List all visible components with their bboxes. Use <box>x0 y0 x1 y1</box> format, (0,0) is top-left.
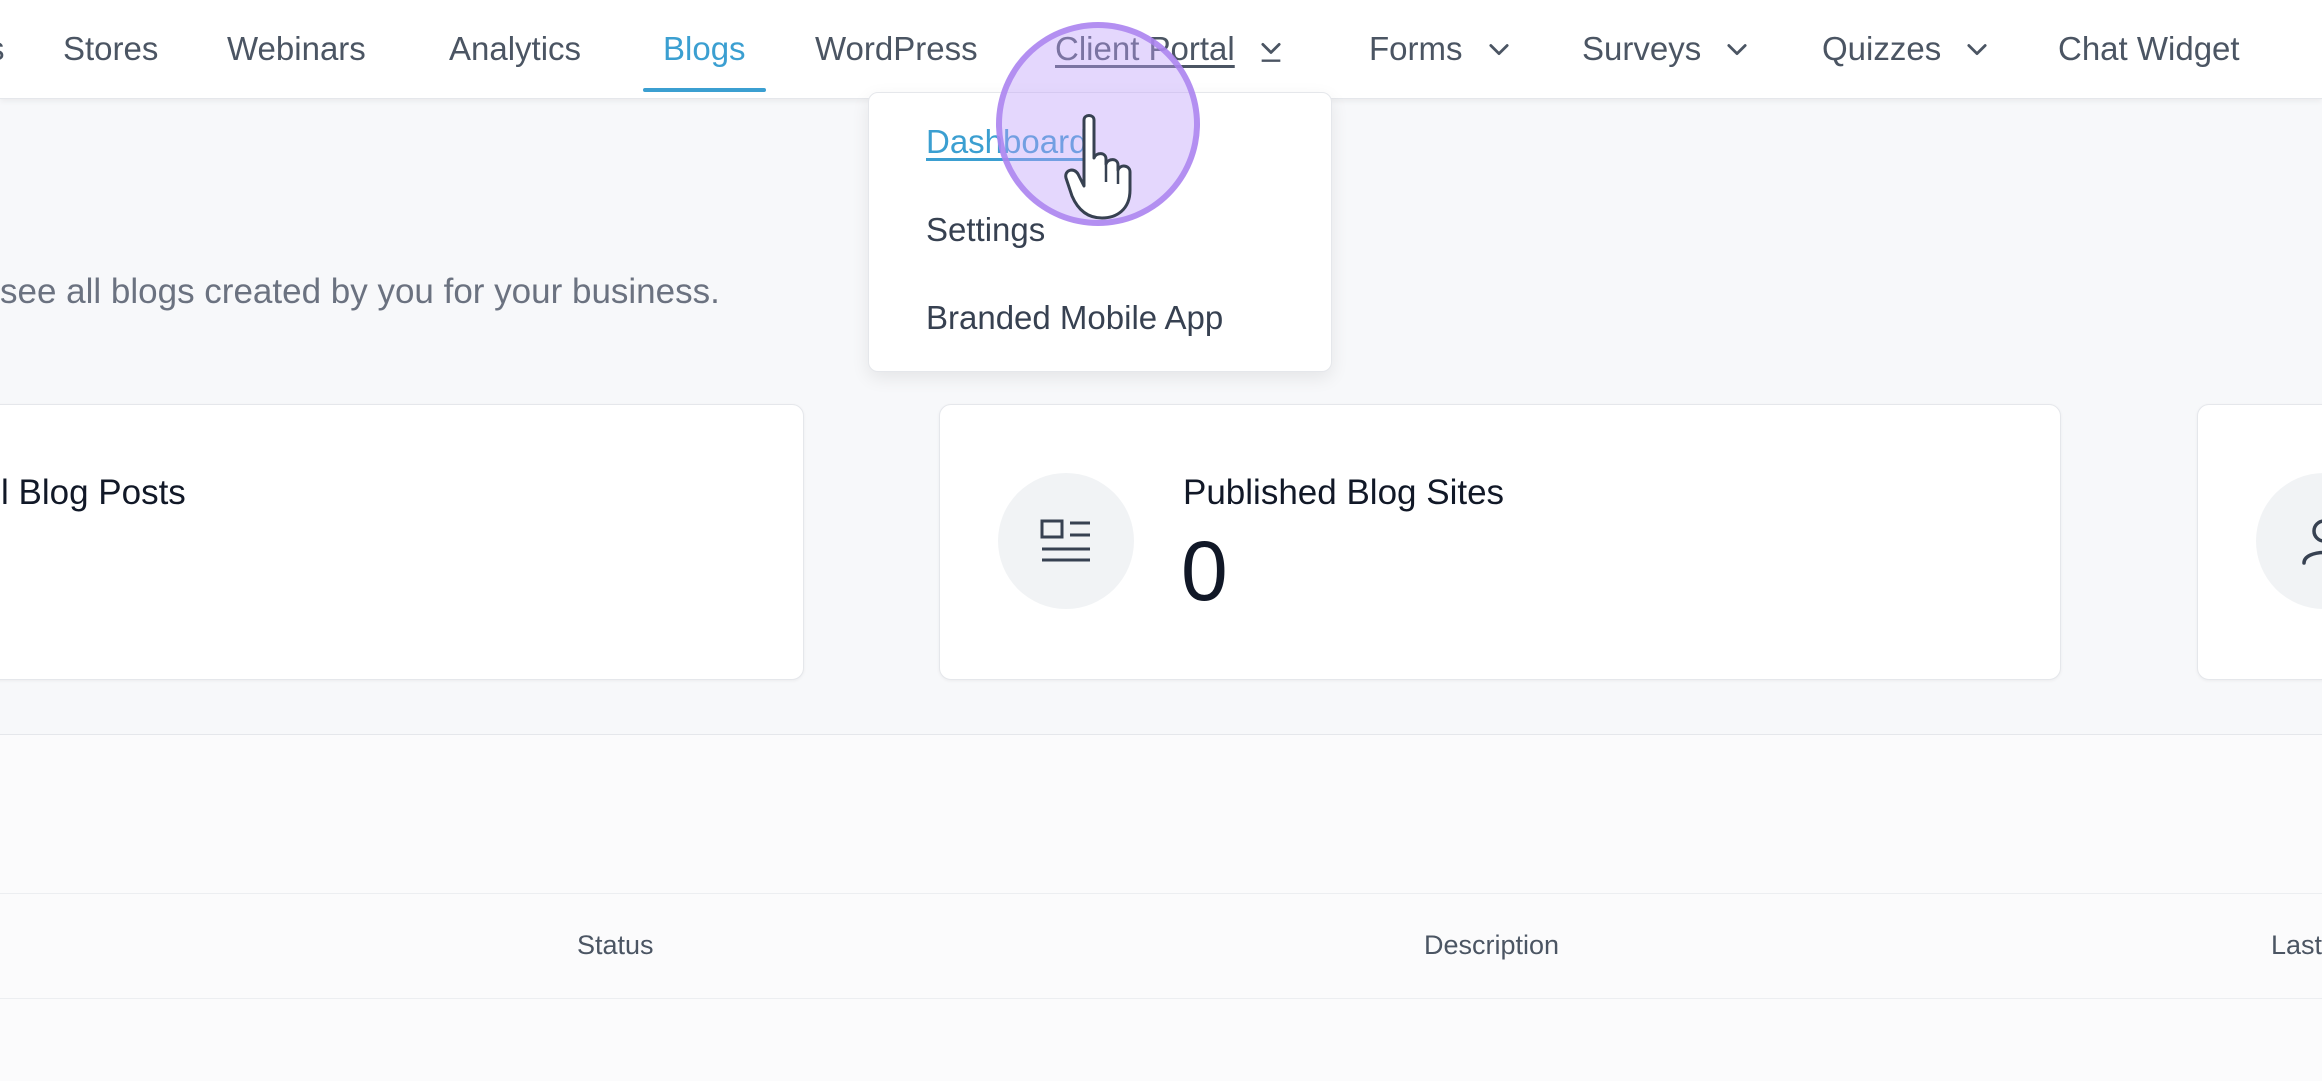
stat-card-published-sites: Published Blog Sites 0 <box>939 404 2061 680</box>
nav-item-stores[interactable]: Stores <box>63 0 158 98</box>
nav-item-label: WordPress <box>815 30 978 67</box>
nav-item-label: s <box>0 30 5 68</box>
nav-item-chat-widget[interactable]: Chat Widget <box>2058 0 2240 98</box>
nav-item-label: Stores <box>63 30 159 67</box>
nav-item-label: Client Portal <box>1055 30 1235 67</box>
card-value: 0 <box>1181 524 1228 618</box>
column-header-status[interactable]: Status <box>577 930 654 961</box>
top-navigation: s Stores Webinars Analytics Blogs WordPr… <box>0 0 2322 99</box>
user-icon <box>2256 473 2322 609</box>
nav-item-label: Surveys <box>1582 30 1702 67</box>
nav-item-label: Forms <box>1369 30 1463 67</box>
nav-item-webinars[interactable]: Webinars <box>227 0 366 98</box>
nav-item-label: Webinars <box>227 30 366 67</box>
chevron-down-icon <box>1485 35 1513 63</box>
nav-item-analytics[interactable]: Analytics <box>449 0 581 98</box>
nav-item-surveys[interactable]: Surveys <box>1582 0 1751 98</box>
column-header-last[interactable]: Last <box>2271 930 2322 961</box>
blogs-table: Status Description Last <box>0 734 2322 1081</box>
nav-item-blogs[interactable]: Blogs <box>643 0 766 98</box>
page-subtitle: see all blogs created by you for your bu… <box>0 272 720 311</box>
card-title: l Blog Posts <box>1 473 186 512</box>
chevron-down-icon <box>1723 35 1751 63</box>
nav-item-client-portal[interactable]: Client Portal <box>1055 0 1285 98</box>
nav-item-label: Chat Widget <box>2058 30 2240 67</box>
card-title: Published Blog Sites <box>1183 473 1505 512</box>
nav-item-label: Analytics <box>449 30 582 67</box>
chevron-down-icon <box>1257 35 1285 63</box>
stat-card-blog-posts: l Blog Posts <box>0 404 804 680</box>
dropdown-item-dashboard[interactable]: Dashboard <box>926 123 1087 161</box>
nav-item-label: Blogs <box>663 30 746 67</box>
table-header: Status Description Last <box>0 893 2322 999</box>
nav-item-forms[interactable]: Forms <box>1369 0 1513 98</box>
nav-item-quizzes[interactable]: Quizzes <box>1822 0 1991 98</box>
nav-item-wordpress[interactable]: WordPress <box>815 0 978 98</box>
stat-card-partial <box>2197 404 2322 680</box>
chevron-down-icon <box>1963 35 1991 63</box>
nav-item-truncated[interactable]: s <box>0 0 5 98</box>
nav-item-label: Quizzes <box>1822 30 1942 67</box>
client-portal-dropdown: Dashboard Settings Branded Mobile App <box>868 92 1332 372</box>
blog-site-icon <box>998 473 1134 609</box>
dropdown-item-branded-mobile-app[interactable]: Branded Mobile App <box>926 299 1223 337</box>
dropdown-item-settings[interactable]: Settings <box>926 211 1045 249</box>
column-header-description[interactable]: Description <box>1424 930 1559 961</box>
